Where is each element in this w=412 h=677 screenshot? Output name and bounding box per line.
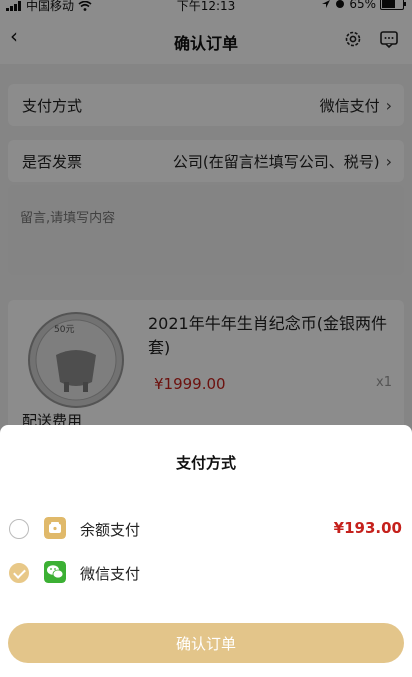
wechat-pay-option[interactable]: 微信支付 xyxy=(0,557,412,587)
balance-pay-label: 余额支付 xyxy=(80,521,141,539)
balance-pay-radio[interactable] xyxy=(9,519,29,539)
confirm-order-button[interactable]: 确认订单 xyxy=(8,623,404,663)
payment-sheet: 支付方式 余额支付 ¥193.00 微信支付 确认订单 xyxy=(0,425,412,677)
wechat-icon xyxy=(44,561,66,583)
wechat-pay-radio[interactable] xyxy=(9,563,29,583)
sheet-title: 支付方式 xyxy=(175,454,236,472)
balance-pay-option[interactable]: 余额支付 ¥193.00 xyxy=(0,513,412,543)
wechat-pay-label: 微信支付 xyxy=(80,565,141,583)
wallet-icon xyxy=(44,517,66,539)
order-page: 中国移动 下午12:13 65% ‹ 确认订单 支付方式 微信支付 › 是否发票… xyxy=(0,0,412,677)
balance-amount: ¥193.00 xyxy=(333,519,402,537)
